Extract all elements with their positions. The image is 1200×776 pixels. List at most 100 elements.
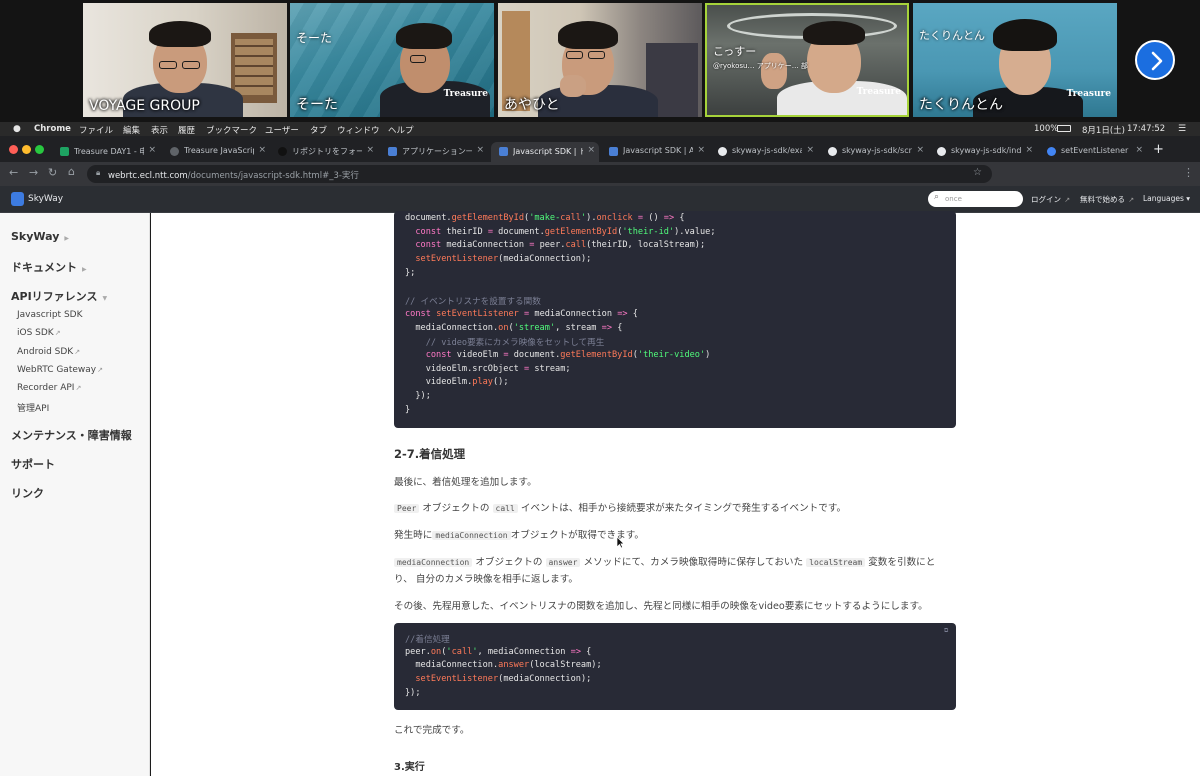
menu-app-name[interactable]: Chrome: [34, 124, 71, 134]
paragraph-answer-method: mediaConnection オブジェクトの answer メソッドにて、カメ…: [394, 554, 935, 568]
code-line: //着信処理: [405, 635, 450, 645]
close-window-icon[interactable]: [9, 145, 18, 154]
code-line: videoElm.play();: [405, 377, 509, 388]
menu-item-tab[interactable]: タブ: [310, 124, 327, 136]
sidebar-item-recorder-api[interactable]: Recorder API↗: [17, 383, 81, 393]
apple-menu-icon[interactable]: ●: [13, 124, 21, 134]
menu-list-icon[interactable]: ☰: [1178, 124, 1186, 134]
search-placeholder: once: [945, 195, 962, 203]
home-icon[interactable]: ⌂: [68, 165, 75, 178]
battery-icon[interactable]: [1057, 125, 1071, 132]
github-icon: [937, 147, 946, 156]
login-link[interactable]: ログイン ↗: [1031, 194, 1070, 205]
code-block-incoming-call: ⧉ //着信処理 peer.on('call', mediaConnection …: [394, 623, 956, 710]
address-bar[interactable]: 🔒︎ webrtc.ecl.ntt.com/documents/javascri…: [87, 165, 992, 183]
docs-sidebar: SkyWay ▶ ドキュメント ▶ APIリファレンス ▼ Javascript SD…: [0, 213, 150, 776]
close-tab-icon[interactable]: ×: [1025, 145, 1033, 155]
maximize-window-icon[interactable]: [35, 145, 44, 154]
menu-item-history[interactable]: 履歴: [178, 124, 195, 136]
paragraph-done: これで完成です。: [394, 725, 470, 736]
browser-tab-bar: Treasure DAY1 - 申請×Treasure JavaScript×リ…: [0, 136, 1200, 162]
skyway-icon: [499, 147, 508, 156]
menu-clock[interactable]: 17:47:52: [1127, 124, 1165, 134]
participant-tile[interactable]: そーた Treasure そーた: [290, 3, 494, 117]
sidebar-section-support[interactable]: サポート: [11, 456, 55, 472]
tab[interactable]: skyway-js-sdk/scrip ×: [820, 142, 928, 162]
close-tab-icon[interactable]: ×: [148, 145, 156, 155]
new-tab-button[interactable]: +: [1153, 142, 1164, 157]
tab[interactable]: Javascript SDK | API ×: [601, 142, 709, 162]
section-heading-incoming-call: 2-7.着信処理: [394, 447, 466, 461]
close-tab-icon[interactable]: ×: [366, 145, 374, 155]
close-tab-icon[interactable]: ×: [1135, 145, 1143, 155]
tab-label: リポジトリをフォーク: [292, 147, 362, 156]
bookmark-star-icon[interactable]: ☆: [973, 167, 982, 178]
skyway-logo-icon[interactable]: [11, 192, 24, 206]
back-icon[interactable]: ←: [9, 166, 18, 179]
code-line: setEventListener(mediaConnection);: [415, 254, 592, 265]
close-tab-icon[interactable]: ×: [587, 145, 595, 155]
close-tab-icon[interactable]: ×: [476, 145, 484, 155]
url-path: /documents/javascript-sdk.html#_3-実行: [187, 171, 359, 181]
sidebar-section-api-reference[interactable]: APIリファレンス ▼: [11, 288, 107, 304]
more-menu-icon[interactable]: ⋮: [1183, 166, 1194, 179]
code-line: // video要素にカメラ映像をセットして再生: [405, 338, 605, 349]
paragraph-call-event: Peer オブジェクトの call イベントは、相手から接続要求が来たタイミング…: [394, 500, 846, 514]
sidebar-section-links[interactable]: リンク: [11, 485, 44, 501]
sidebar-section-documents[interactable]: ドキュメント ▶: [11, 259, 87, 275]
close-tab-icon[interactable]: ×: [806, 145, 814, 155]
menu-item-bookmarks[interactable]: ブックマーク: [206, 124, 257, 136]
reload-icon[interactable]: ↻: [48, 166, 57, 179]
tab[interactable]: setEventListener - ×: [1039, 142, 1147, 162]
tab-label: setEventListener -: [1061, 146, 1131, 155]
forward-icon[interactable]: →: [29, 166, 38, 179]
menu-item-help[interactable]: ヘルプ: [388, 124, 414, 136]
site-search-input[interactable]: ⌕ once: [928, 191, 1023, 207]
tab[interactable]: リポジトリをフォーク ×: [270, 142, 378, 162]
menu-item-window[interactable]: ウィンドウ: [337, 124, 380, 136]
tab[interactable]: Treasure DAY1 - 申請 ×: [52, 142, 160, 162]
participant-label: こっすー: [713, 45, 757, 58]
code-line: mediaConnection.answer(localStream);: [405, 660, 602, 671]
sidebar-section-maintenance[interactable]: メンテナンス・障害情報: [11, 427, 132, 443]
site-logo[interactable]: SkyWay: [28, 194, 63, 204]
menu-item-user[interactable]: ユーザー: [265, 124, 299, 136]
participant-tile[interactable]: VOYAGE GROUP: [83, 3, 287, 117]
sidebar-item-javascript-sdk[interactable]: Javascript SDK: [17, 310, 83, 320]
code-line: setEventListener(mediaConnection);: [415, 674, 592, 685]
tab[interactable]: skyway-js-sdk/inde ×: [929, 142, 1037, 162]
menu-item-edit[interactable]: 編集: [123, 124, 140, 136]
tab[interactable]: Treasure JavaScript ×: [162, 142, 270, 162]
participant-tile-active[interactable]: こっすー @ryokosu… アプリケー… 部 Treasure: [705, 3, 909, 117]
copy-code-icon[interactable]: ⧉: [944, 627, 948, 635]
menu-item-view[interactable]: 表示: [151, 124, 168, 136]
tab-active[interactable]: Javascript SDK | ドキ ×: [491, 142, 599, 162]
menu-date: 8月1日(土): [1082, 126, 1125, 136]
paragraph-answer-method-cont: り、 自分のカメラ映像を相手に返します。: [394, 574, 578, 585]
lock-icon[interactable]: 🔒︎: [96, 168, 100, 178]
minimize-window-icon[interactable]: [22, 145, 31, 154]
close-tab-icon[interactable]: ×: [258, 145, 266, 155]
menu-item-file[interactable]: ファイル: [79, 124, 113, 136]
sidebar-item-webrtc-gateway[interactable]: WebRTC Gateway↗: [17, 365, 103, 375]
close-tab-icon[interactable]: ×: [697, 145, 705, 155]
participant-name: そーた: [296, 97, 338, 113]
languages-dropdown[interactable]: Languages ▾: [1143, 194, 1190, 203]
next-participants-button[interactable]: [1135, 40, 1175, 80]
code-line: const videoElm = document.getElementById…: [425, 350, 711, 360]
signup-link[interactable]: 無料で始める ↗: [1080, 194, 1134, 205]
participant-tile[interactable]: たくりんとん Treasure たくりんとん: [913, 3, 1117, 117]
sidebar-item-android-sdk[interactable]: Android SDK↗: [17, 347, 80, 357]
code-line: const setEventListener = mediaConnection…: [405, 308, 638, 319]
close-tab-icon[interactable]: ×: [916, 145, 924, 155]
section-heading-run: 3.実行: [394, 762, 425, 773]
sidebar-item-management-api[interactable]: 管理API: [17, 401, 49, 414]
tab[interactable]: アプリケーション一覧 ×: [380, 142, 488, 162]
treasure-watermark: Treasure: [443, 89, 488, 99]
sidebar-section-skyway[interactable]: SkyWay ▶: [11, 230, 69, 243]
participant-tile[interactable]: あやひと: [498, 3, 702, 117]
sidebar-item-ios-sdk[interactable]: iOS SDK↗: [17, 328, 61, 338]
code-line: mediaConnection.on('stream', stream => {: [405, 322, 623, 333]
tab[interactable]: skyway-js-sdk/exam ×: [710, 142, 818, 162]
github-icon: [718, 147, 727, 156]
